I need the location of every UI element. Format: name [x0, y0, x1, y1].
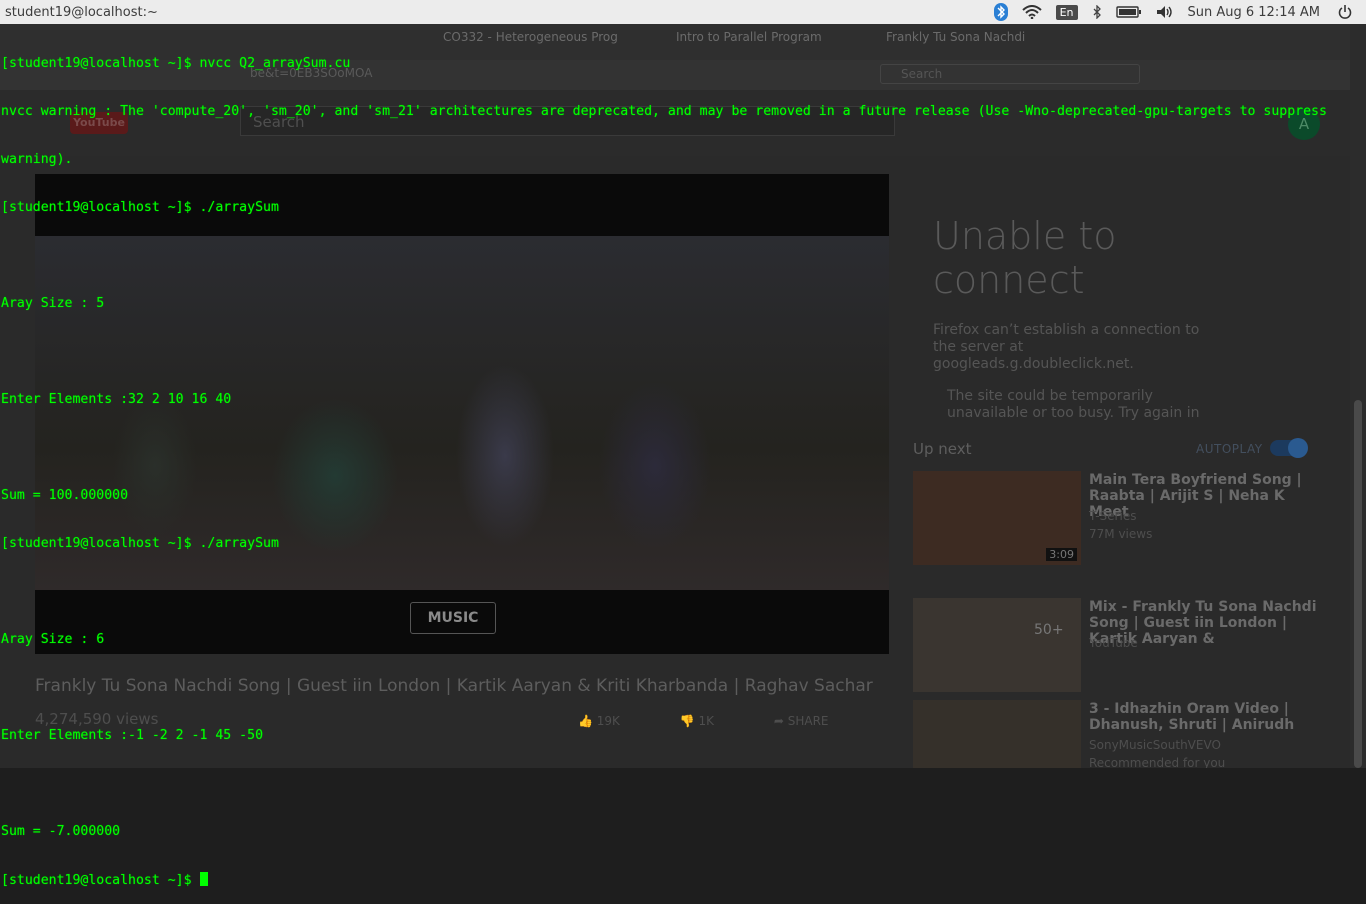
- keyboard-layout-indicator[interactable]: En: [1055, 4, 1078, 20]
- terminal-line: Enter Elements :32 2 10 16 40: [1, 392, 232, 407]
- window-title: student19@localhost:~: [5, 4, 158, 20]
- wifi-icon[interactable]: [1021, 5, 1042, 19]
- terminal-prompt: [student19@localhost ~]$: [1, 873, 200, 888]
- terminal-line: Sum = -7.000000: [1, 824, 121, 839]
- battery-icon[interactable]: [1115, 6, 1142, 18]
- top-panel: student19@localhost:~ En Sun Aug 6 12:14…: [0, 0, 1366, 24]
- scrollbar-thumb[interactable]: [1354, 400, 1362, 768]
- terminal-line: nvcc warning : The 'compute_20', 'sm_20'…: [1, 104, 1327, 119]
- bluetooth-status-icon[interactable]: [1092, 5, 1102, 19]
- terminal-line: [student19@localhost ~]$ nvcc Q2_arraySu…: [1, 56, 351, 71]
- terminal-line: [student19@localhost ~]$ ./arraySum: [1, 536, 279, 551]
- terminal-line: Aray Size : 5: [1, 296, 105, 311]
- clock[interactable]: Sun Aug 6 12:14 AM: [1188, 5, 1321, 20]
- terminal-line: [student19@localhost ~]$ ./arraySum: [1, 200, 279, 215]
- page-scrollbar[interactable]: [1350, 24, 1366, 768]
- terminal-cursor: [199, 872, 208, 886]
- bluetooth-icon[interactable]: [993, 3, 1008, 21]
- system-tray: En Sun Aug 6 12:14 AM: [993, 0, 1366, 24]
- terminal-line: Enter Elements :-1 -2 2 -1 45 -50: [1, 728, 264, 743]
- power-icon[interactable]: [1338, 5, 1352, 19]
- terminal-line: Aray Size : 6: [1, 632, 105, 647]
- terminal-prompt-line[interactable]: [student19@localhost ~]$: [1, 872, 1346, 888]
- terminal-line: Sum = 100.000000: [1, 488, 129, 503]
- terminal-line: warning).: [1, 152, 73, 167]
- terminal-output[interactable]: [student19@localhost ~]$ nvcc Q2_arraySu…: [1, 24, 1346, 888]
- volume-icon[interactable]: [1156, 5, 1174, 19]
